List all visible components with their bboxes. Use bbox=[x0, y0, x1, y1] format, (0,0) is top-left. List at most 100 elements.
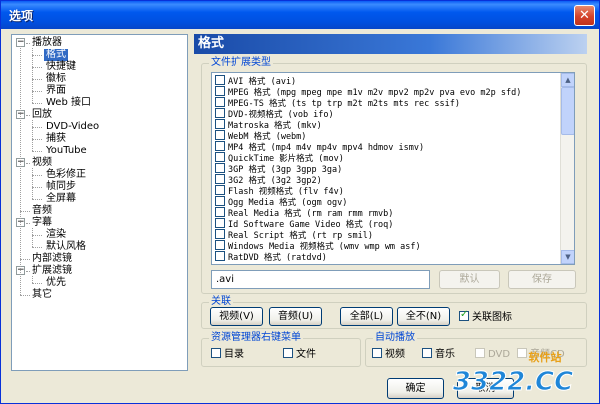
list-item[interactable]: Id Software Game Video 格式 (roq) bbox=[215, 218, 393, 230]
list-item[interactable]: DVD-视频格式 (vob ifo) bbox=[215, 108, 334, 120]
list-item-label: DVD-视频格式 (vob ifo) bbox=[228, 110, 334, 120]
scroll-thumb[interactable] bbox=[561, 87, 574, 135]
autoplay-audio-checkbox[interactable]: 音乐 bbox=[422, 348, 455, 361]
assoc-icon-checkbox[interactable]: 关联图标 bbox=[459, 309, 512, 324]
checkbox-icon[interactable] bbox=[215, 218, 225, 228]
tree-item[interactable]: 全屏幕 bbox=[44, 193, 78, 205]
title-bar[interactable]: 选项 ✕ bbox=[1, 1, 599, 29]
tree-item[interactable]: 捕获 bbox=[44, 133, 68, 145]
tree-connector bbox=[32, 79, 42, 80]
explorer-dir-label: 目录 bbox=[224, 349, 244, 360]
cancel-button[interactable]: 取消 bbox=[457, 378, 514, 399]
scroll-up-icon[interactable]: ▲ bbox=[561, 73, 574, 87]
tree-item[interactable]: 快捷键 bbox=[44, 61, 78, 73]
tree-item[interactable]: 其它 bbox=[30, 289, 54, 301]
autoplay-audiocd-checkbox[interactable]: 音频CD bbox=[517, 348, 565, 361]
list-scrollbar[interactable]: ▲ ▼ bbox=[560, 73, 574, 264]
list-item[interactable]: Matroska 格式 (mkv) bbox=[215, 119, 322, 131]
list-item[interactable]: MPEG-TS 格式 (ts tp trp m2t m2ts mts rec s… bbox=[215, 97, 460, 109]
checkbox-icon[interactable] bbox=[215, 251, 225, 261]
list-item-label: Flash 视频格式 (flv f4v) bbox=[228, 187, 344, 197]
tree-item[interactable]: 徽标 bbox=[44, 73, 68, 85]
assoc-all-button[interactable]: 全部(L) bbox=[340, 307, 393, 326]
checkbox-icon[interactable] bbox=[215, 119, 225, 129]
tree-item[interactable]: 帧同步 bbox=[44, 181, 78, 193]
list-item[interactable]: 3G2 格式 (3g2 3gp2) bbox=[215, 174, 322, 186]
tree-item[interactable]: DVD-Video bbox=[44, 121, 101, 133]
list-item-label: Windows Media 视频格式 (wmv wmp wm asf) bbox=[228, 242, 421, 252]
assoc-audio-button[interactable]: 音频(U) bbox=[269, 307, 322, 326]
extension-input[interactable]: .avi bbox=[211, 270, 430, 289]
save-button[interactable]: 保存 bbox=[508, 270, 576, 289]
list-item[interactable]: QuickTime 影片格式 (mov) bbox=[215, 152, 344, 164]
tree-item[interactable]: 视频 bbox=[30, 157, 54, 169]
checkbox-icon[interactable] bbox=[215, 196, 225, 206]
checkbox-icon[interactable] bbox=[215, 130, 225, 140]
assoc-video-button[interactable]: 视频(V) bbox=[210, 307, 263, 326]
checkbox-icon[interactable] bbox=[215, 86, 225, 96]
checkbox-icon[interactable] bbox=[215, 240, 225, 250]
tree-item[interactable]: 界面 bbox=[44, 85, 68, 97]
tree-connector bbox=[32, 91, 42, 92]
checkbox-icon[interactable] bbox=[215, 185, 225, 195]
tree-item[interactable]: 扩展滤镜 bbox=[30, 265, 74, 277]
list-item-label: Matroska 格式 (mkv) bbox=[228, 121, 322, 131]
autoplay-dvd-checkbox[interactable]: DVD bbox=[475, 348, 510, 361]
explorer-file-checkbox[interactable]: 文件 bbox=[283, 348, 316, 361]
autoplay-video-checkbox[interactable]: 视频 bbox=[372, 348, 405, 361]
checkbox-icon[interactable] bbox=[215, 163, 225, 173]
checkbox-icon bbox=[211, 348, 221, 358]
list-item[interactable]: Windows Media 视频格式 (wmv wmp wm asf) bbox=[215, 240, 421, 252]
checkbox-icon[interactable] bbox=[215, 97, 225, 107]
tree-connector bbox=[32, 168, 33, 199]
list-item[interactable]: Real Script 格式 (rt rp smil) bbox=[215, 229, 373, 241]
close-button[interactable]: ✕ bbox=[574, 5, 595, 26]
scroll-down-icon[interactable]: ▼ bbox=[561, 250, 574, 264]
checkbox-icon[interactable] bbox=[215, 75, 225, 85]
list-item[interactable]: 3GP 格式 (3gp 3gpp 3ga) bbox=[215, 163, 342, 175]
tree-item[interactable]: 色彩修正 bbox=[44, 169, 88, 181]
tree-item[interactable]: 音频 bbox=[30, 205, 54, 217]
list-item[interactable]: WebM 格式 (webm) bbox=[215, 130, 306, 142]
list-item-label: 3G2 格式 (3g2 3gp2) bbox=[228, 176, 322, 186]
tree-connector bbox=[32, 247, 42, 248]
tree-item[interactable]: Web 接口 bbox=[44, 97, 93, 109]
tree-item[interactable]: 格式 bbox=[44, 49, 68, 61]
checkbox-icon[interactable] bbox=[215, 108, 225, 118]
assoc-none-button[interactable]: 全不(N) bbox=[397, 307, 450, 326]
list-item[interactable]: AVI 格式 (avi) bbox=[215, 75, 296, 87]
tree-connector bbox=[32, 120, 33, 151]
checkbox-icon[interactable] bbox=[215, 207, 225, 217]
autoplay-group-label: 自动播放 bbox=[373, 332, 417, 344]
checkbox-icon[interactable] bbox=[215, 152, 225, 162]
list-item[interactable]: MPEG 格式 (mpg mpeg mpe m1v m2v mpv2 mp2v … bbox=[215, 86, 521, 98]
checkbox-icon[interactable] bbox=[215, 174, 225, 184]
checkbox-checked-icon bbox=[459, 309, 469, 321]
checkbox-icon[interactable] bbox=[215, 229, 225, 239]
checkbox-icon[interactable] bbox=[215, 141, 225, 151]
tree-item[interactable]: 内部滤镜 bbox=[30, 253, 74, 265]
ok-button[interactable]: 确定 bbox=[387, 378, 444, 399]
autoplay-dvd-label: DVD bbox=[488, 349, 511, 360]
options-tree: − 播放器 格式 快捷键 徽标 界面 Web 接口 − 回放 DVD-Video 捕获 YouTube… bbox=[11, 34, 188, 371]
tree-item[interactable]: YouTube bbox=[44, 145, 89, 157]
default-button[interactable]: 默认 bbox=[439, 270, 500, 289]
tree-item[interactable]: 渲染 bbox=[44, 229, 68, 241]
list-item[interactable]: RatDVD 格式 (ratdvd) bbox=[215, 251, 327, 263]
file-types-list[interactable]: RatDVD 格式 (ratdvd) Windows Media 视频格式 (wm… bbox=[211, 72, 575, 265]
tree-item[interactable]: 优先 bbox=[44, 277, 68, 289]
tree-connector bbox=[32, 283, 42, 284]
list-item[interactable]: Real Media 格式 (rm ram rmm rmvb) bbox=[215, 207, 394, 219]
list-item[interactable]: Ogg Media 格式 (ogm ogv) bbox=[215, 196, 347, 208]
tree-connector bbox=[32, 55, 42, 56]
explorer-dir-checkbox[interactable]: 目录 bbox=[211, 348, 244, 361]
tree-item[interactable]: 字幕 bbox=[30, 217, 54, 229]
checkbox-icon bbox=[517, 348, 527, 358]
tree-item[interactable]: 回放 bbox=[30, 109, 54, 121]
autoplay-audiocd-label: 音频CD bbox=[530, 349, 565, 360]
list-item[interactable]: MP4 格式 (mp4 m4v mp4v mpv4 hdmov ismv) bbox=[215, 141, 424, 153]
list-item[interactable]: Flash 视频格式 (flv f4v) bbox=[215, 185, 344, 197]
list-item-label: Real Media 格式 (rm ram rmm rmvb) bbox=[228, 209, 394, 219]
tree-item[interactable]: 默认风格 bbox=[44, 241, 88, 253]
tree-item[interactable]: 播放器 bbox=[30, 37, 64, 49]
